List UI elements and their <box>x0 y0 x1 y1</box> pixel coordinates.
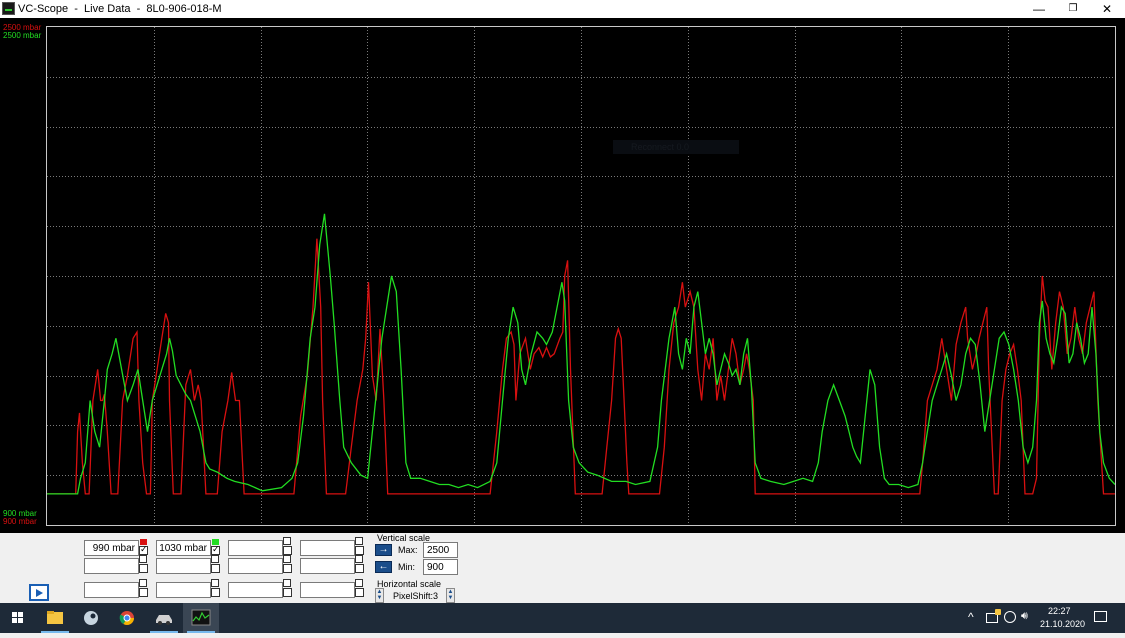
channel-enable-checkbox-12[interactable] <box>355 588 364 597</box>
minimize-button[interactable]: — <box>1022 0 1056 18</box>
horizontal-scale-spin-down[interactable]: ▲ ▼ <box>375 588 384 603</box>
channel-color-box-7[interactable] <box>283 555 291 563</box>
channel-color-box-11[interactable] <box>283 579 291 587</box>
channel-enable-checkbox-10[interactable] <box>211 588 220 597</box>
channel-value-2[interactable] <box>156 540 211 556</box>
channel-value-4[interactable] <box>300 540 355 556</box>
app-icon <box>2 2 15 15</box>
globe-icon[interactable] <box>1004 611 1016 623</box>
channel-color-box-8[interactable] <box>355 555 363 563</box>
horizontal-scale-spin-up[interactable]: ▲ ▼ <box>446 588 455 603</box>
channel-enable-checkbox-8[interactable] <box>355 564 364 573</box>
scope-plot: Reconnect 0.0 <box>47 27 1116 525</box>
vertical-max-input[interactable] <box>423 542 458 558</box>
channel-color-box-4[interactable] <box>355 537 363 545</box>
channel-value-5[interactable] <box>84 558 139 574</box>
channel-value-12[interactable] <box>300 582 355 598</box>
start-button[interactable] <box>0 603 36 633</box>
channel-color-box-9[interactable] <box>139 579 147 587</box>
green-max-label: 2500 mbar <box>3 31 42 40</box>
steam-icon <box>84 611 98 625</box>
chevron-up-icon[interactable]: ^ <box>968 610 974 624</box>
taskbar-chrome[interactable] <box>109 603 145 633</box>
channel-enable-checkbox-1[interactable] <box>139 544 148 555</box>
chrome-icon <box>119 611 134 625</box>
taskbar-file-explorer[interactable] <box>37 603 73 633</box>
taskbar-vc-scope[interactable] <box>183 603 219 633</box>
close-button[interactable]: ✕ <box>1090 0 1124 18</box>
window-title: VC-Scope - Live Data - 8L0-906-018-M <box>18 3 222 15</box>
taskbar-vcds[interactable] <box>146 603 182 633</box>
channel-enable-checkbox-11[interactable] <box>283 588 292 597</box>
channel-color-box-6[interactable] <box>211 555 219 563</box>
channel-value-7[interactable] <box>228 558 283 574</box>
channel-enable-checkbox-4[interactable] <box>355 546 364 555</box>
channel-enable-checkbox-9[interactable] <box>139 588 148 597</box>
channel-color-box-12[interactable] <box>355 579 363 587</box>
channel-value-3[interactable] <box>228 540 283 556</box>
vertical-min-arrow-button[interactable]: ← <box>375 561 392 573</box>
channel-value-1[interactable] <box>84 540 139 556</box>
windows-logo-icon <box>12 612 23 623</box>
channel-enable-checkbox-2[interactable] <box>211 544 220 555</box>
vertical-min-input[interactable] <box>423 559 458 575</box>
channel-color-box-3[interactable] <box>283 537 291 545</box>
channel-value-10[interactable] <box>156 582 211 598</box>
horizontal-scale-value: PixelShift:3 <box>393 591 439 601</box>
taskbar-steam[interactable] <box>73 603 109 633</box>
notification-icon[interactable] <box>1094 611 1107 622</box>
channel-value-9[interactable] <box>84 582 139 598</box>
scope-app-icon <box>191 609 211 626</box>
channel-value-6[interactable] <box>156 558 211 574</box>
overlay-text: Reconnect 0.0 <box>631 142 689 152</box>
clock-time[interactable]: 22:27 <box>1048 606 1071 616</box>
network-warning-icon[interactable] <box>986 609 1001 623</box>
horizontal-scale-title: Horizontal scale <box>377 579 442 589</box>
red-min-label: 900 mbar <box>3 517 37 526</box>
channel-enable-checkbox-7[interactable] <box>283 564 292 573</box>
taskbar: ^ 🔊︎ 22:27 21.10.2020 <box>0 603 1125 633</box>
channel-color-box-10[interactable] <box>211 579 219 587</box>
vertical-max-arrow-button[interactable]: → <box>375 544 392 556</box>
channel-enable-checkbox-6[interactable] <box>211 564 220 573</box>
channel-color-box-5[interactable] <box>139 555 147 563</box>
folder-icon <box>47 611 63 624</box>
channel-enable-checkbox-3[interactable] <box>283 546 292 555</box>
channel-enable-checkbox-5[interactable] <box>139 564 148 573</box>
speaker-icon[interactable]: 🔊︎ <box>1021 610 1028 623</box>
scope-display: 2500 mbar 2500 mbar 900 mbar 900 mbar Re… <box>0 18 1125 533</box>
play-button[interactable] <box>29 584 49 601</box>
scope-plot-frame: Reconnect 0.0 <box>46 26 1116 526</box>
vertical-min-label: Min: <box>398 562 416 572</box>
control-panel: Vertical scale → Max: ← Min: Horizontal … <box>0 533 1125 603</box>
vertical-max-label: Max: <box>398 545 418 555</box>
title-bar: VC-Scope - Live Data - 8L0-906-018-M — ❐… <box>0 0 1125 18</box>
channel-value-8[interactable] <box>300 558 355 574</box>
clock-date[interactable]: 21.10.2020 <box>1040 619 1085 629</box>
vcds-car-icon <box>156 615 172 625</box>
channel-value-11[interactable] <box>228 582 283 598</box>
restore-button[interactable]: ❐ <box>1056 0 1090 18</box>
scope-grid <box>47 27 1115 525</box>
